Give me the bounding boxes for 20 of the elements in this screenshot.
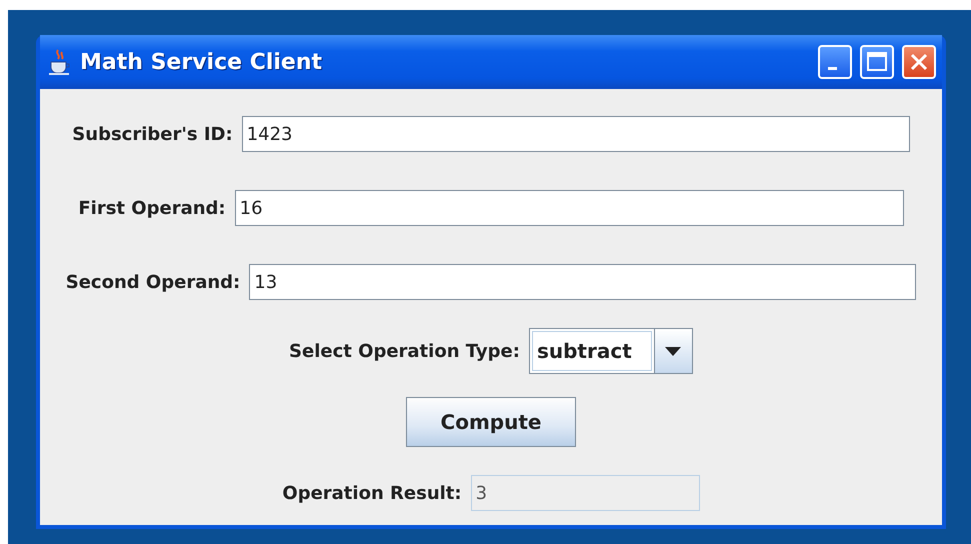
field-label: Subscriber's ID: (72, 124, 233, 144)
window-title: Math Service Client (80, 50, 324, 74)
operation-dropdown[interactable]: subtract (528, 328, 693, 374)
caret-icon (665, 346, 682, 356)
close-icon (908, 51, 930, 73)
close-button[interactable] (902, 45, 936, 79)
minimize-button[interactable] (818, 45, 852, 79)
input-field[interactable]: 1423 (242, 116, 910, 152)
maximize-button[interactable] (860, 45, 894, 79)
field-label: Operation Result: (282, 482, 462, 504)
minimize-icon (828, 66, 837, 70)
field-label: Select Operation Type: (289, 340, 520, 362)
maximize-icon (866, 51, 888, 73)
field-label: First Operand: (78, 198, 226, 218)
input-field[interactable]: 13 (249, 264, 916, 300)
compute-button[interactable]: Compute (406, 397, 576, 447)
field-label: Second Operand: (66, 272, 240, 292)
input-field[interactable]: 16 (234, 190, 904, 226)
coffee-cup-icon (48, 48, 72, 76)
dropdown-button[interactable] (654, 329, 692, 373)
